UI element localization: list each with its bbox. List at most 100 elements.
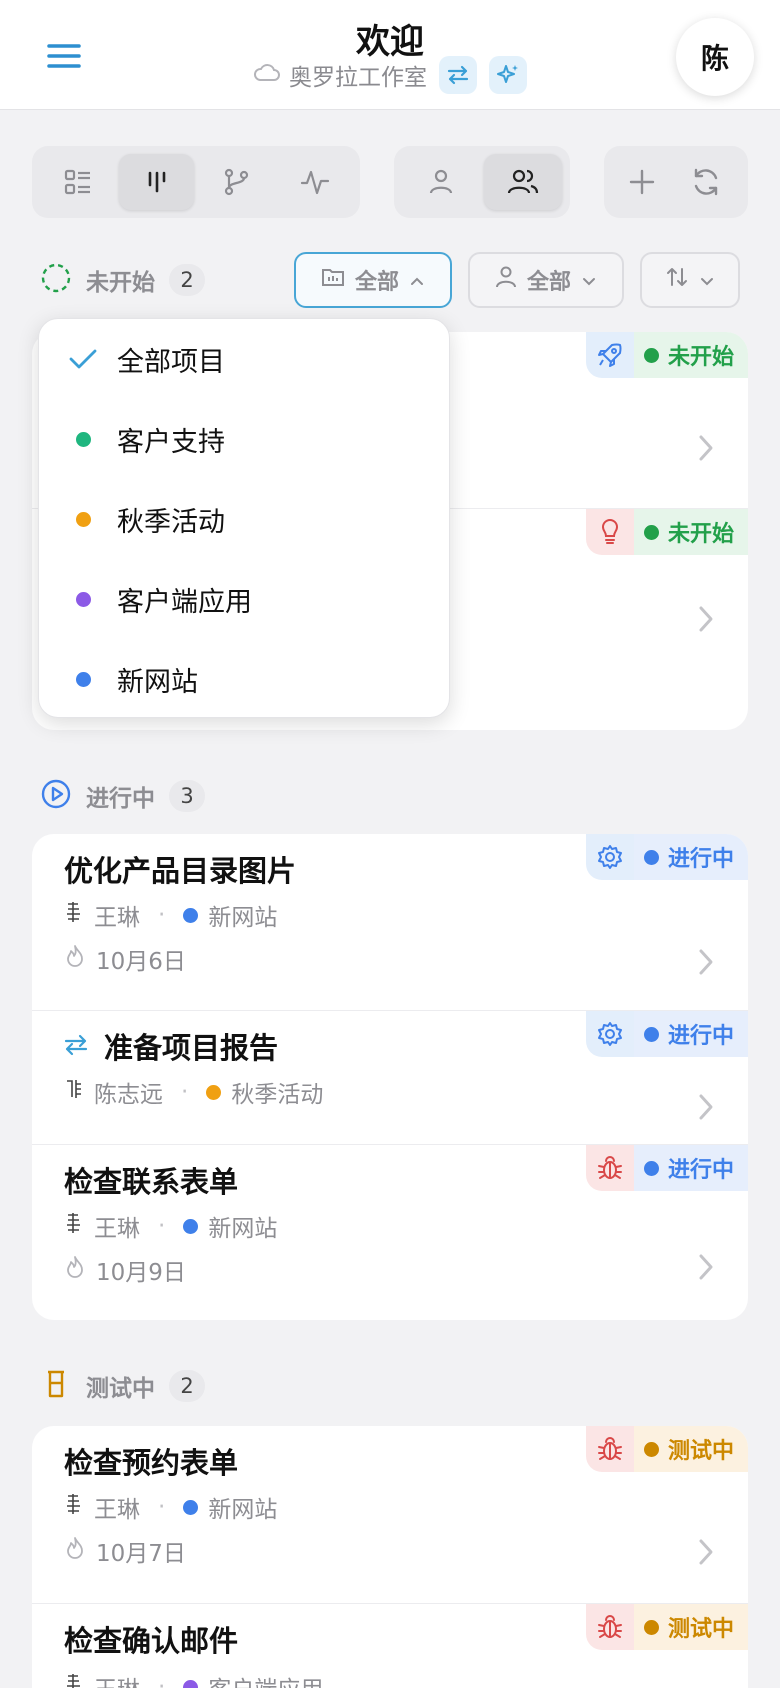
refresh-icon[interactable] xyxy=(676,154,736,210)
board-view-icon[interactable] xyxy=(119,154,194,210)
view-switcher xyxy=(32,146,360,218)
project-color-dot xyxy=(75,511,91,527)
task-card[interactable]: 检查联系表单 王琳 · 新网站 10月9日 进行中 xyxy=(32,1145,748,1320)
section-header-in-progress: 进行中 3 xyxy=(40,778,205,814)
assignee-name: 王琳 xyxy=(94,1497,140,1523)
status-dot xyxy=(643,849,659,865)
plus-icon[interactable] xyxy=(612,154,672,210)
section-count: 2 xyxy=(169,264,205,296)
sort-filter[interactable] xyxy=(640,252,740,308)
status-dot xyxy=(643,1026,659,1042)
project-color-dot xyxy=(183,1679,199,1688)
section-label: 未开始 xyxy=(86,270,155,296)
task-title: 检查联系表单 xyxy=(64,1165,239,1199)
status-dot xyxy=(643,1160,659,1176)
sparkle-icon[interactable] xyxy=(489,56,527,94)
cloud-icon xyxy=(253,61,281,89)
task-date: 10月9日 xyxy=(64,1253,186,1287)
chevron-right-icon xyxy=(699,1539,713,1565)
project-name: 秋季活动 xyxy=(231,1082,324,1108)
dropdown-item-label: 全部项目 xyxy=(117,346,225,378)
lightbulb-icon xyxy=(585,509,634,555)
chevron-down-icon xyxy=(581,268,597,293)
section-count: 2 xyxy=(169,1370,205,1402)
project-filter-label: 全部 xyxy=(354,270,399,295)
project-dropdown-menu: 全部项目 客户支持 秋季活动 客户端应用 新网站 xyxy=(38,318,450,718)
avatar[interactable]: 陈 xyxy=(676,18,754,96)
task-card[interactable]: 检查确认邮件 王琳 · 客户端应用 测试中 xyxy=(32,1604,748,1688)
status-badge: 测试中 xyxy=(585,1604,748,1650)
workspace-name: 奥罗拉工作室 xyxy=(289,65,427,91)
users-icon[interactable] xyxy=(484,154,562,210)
project-name: 新网站 xyxy=(208,1216,278,1242)
status-badge: 测试中 xyxy=(585,1426,748,1472)
gear-icon xyxy=(585,834,634,880)
gear-icon xyxy=(585,1011,634,1057)
dropdown-item-new-website[interactable]: 新网站 xyxy=(39,639,451,719)
flame-icon xyxy=(64,943,86,975)
status-dot xyxy=(643,1441,659,1457)
task-date: 10月7日 xyxy=(64,1534,186,1568)
chevron-right-icon xyxy=(699,606,713,632)
task-title: 检查确认邮件 xyxy=(64,1624,239,1658)
dropdown-item-label: 客户支持 xyxy=(117,426,225,458)
branch-view-icon[interactable] xyxy=(198,154,273,210)
status-label: 进行中 xyxy=(667,1024,734,1049)
bug-icon xyxy=(585,1604,634,1650)
project-filter[interactable]: 全部 xyxy=(294,252,452,308)
task-card[interactable]: 准备项目报告 陈志远 · 秋季活动 进行中 xyxy=(32,1011,748,1145)
project-color-dot xyxy=(75,591,91,607)
dropdown-item-autumn-campaign[interactable]: 秋季活动 xyxy=(39,479,451,559)
chevron-up-icon xyxy=(409,268,425,293)
list-view-icon[interactable] xyxy=(40,154,115,210)
task-card[interactable]: 检查预约表单 王琳 · 新网站 10月7日 测试中 xyxy=(32,1426,748,1604)
chevron-right-icon xyxy=(699,1094,713,1120)
status-label: 进行中 xyxy=(667,847,734,872)
due-date: 10月9日 xyxy=(96,1260,186,1286)
task-title: 优化产品目录图片 xyxy=(64,854,297,888)
section-header-not-started: 未开始 2 xyxy=(40,262,205,298)
rocket-icon xyxy=(585,332,634,378)
section-label: 测试中 xyxy=(86,1376,155,1402)
project-color-dot xyxy=(183,907,199,923)
project-color-dot xyxy=(206,1084,222,1100)
status-label: 未开始 xyxy=(667,345,734,370)
status-badge: 进行中 xyxy=(585,1145,748,1191)
switch-workspace-icon[interactable] xyxy=(439,56,477,94)
dropdown-item-all-projects[interactable]: 全部项目 xyxy=(39,319,451,399)
project-name: 新网站 xyxy=(208,1497,278,1523)
project-color-dot xyxy=(183,1499,199,1515)
checkmark-icon xyxy=(61,347,105,371)
task-meta: 王琳 · 新网站 xyxy=(64,1209,277,1243)
project-color-dot xyxy=(183,1218,199,1234)
dropdown-item-client-app[interactable]: 客户端应用 xyxy=(39,559,451,639)
due-date: 10月7日 xyxy=(96,1541,186,1567)
status-badge: 未开始 xyxy=(585,332,748,378)
project-color-dot xyxy=(75,431,91,447)
status-badge: 进行中 xyxy=(585,1011,748,1057)
assignee-avatar xyxy=(64,1492,84,1522)
assignee-filter[interactable]: 全部 xyxy=(468,252,624,308)
task-meta: 陈志远 · 秋季活动 xyxy=(64,1075,323,1109)
dropdown-item-label: 秋季活动 xyxy=(117,506,225,538)
dropdown-item-customer-support[interactable]: 客户支持 xyxy=(39,399,451,479)
project-name: 新网站 xyxy=(208,905,278,931)
due-date: 10月6日 xyxy=(96,949,186,975)
user-icon[interactable] xyxy=(402,154,480,210)
recurring-icon xyxy=(62,1031,90,1063)
assignee-name: 王琳 xyxy=(94,905,140,931)
status-label: 测试中 xyxy=(667,1439,734,1464)
not-started-icon xyxy=(40,262,72,298)
activity-view-icon[interactable] xyxy=(277,154,352,210)
task-card[interactable]: 优化产品目录图片 王琳 · 新网站 10月6日 进行中 xyxy=(32,834,748,1011)
avatar-initial: 陈 xyxy=(700,42,729,75)
status-label: 测试中 xyxy=(667,1617,734,1642)
beaker-icon xyxy=(40,1368,72,1404)
action-group xyxy=(604,146,748,218)
status-dot xyxy=(643,1619,659,1635)
dropdown-item-label: 新网站 xyxy=(117,666,198,698)
assignee-filter-label: 全部 xyxy=(526,270,571,295)
status-label: 未开始 xyxy=(667,522,734,547)
assignee-name: 陈志远 xyxy=(94,1082,163,1108)
flame-icon xyxy=(64,1535,86,1567)
